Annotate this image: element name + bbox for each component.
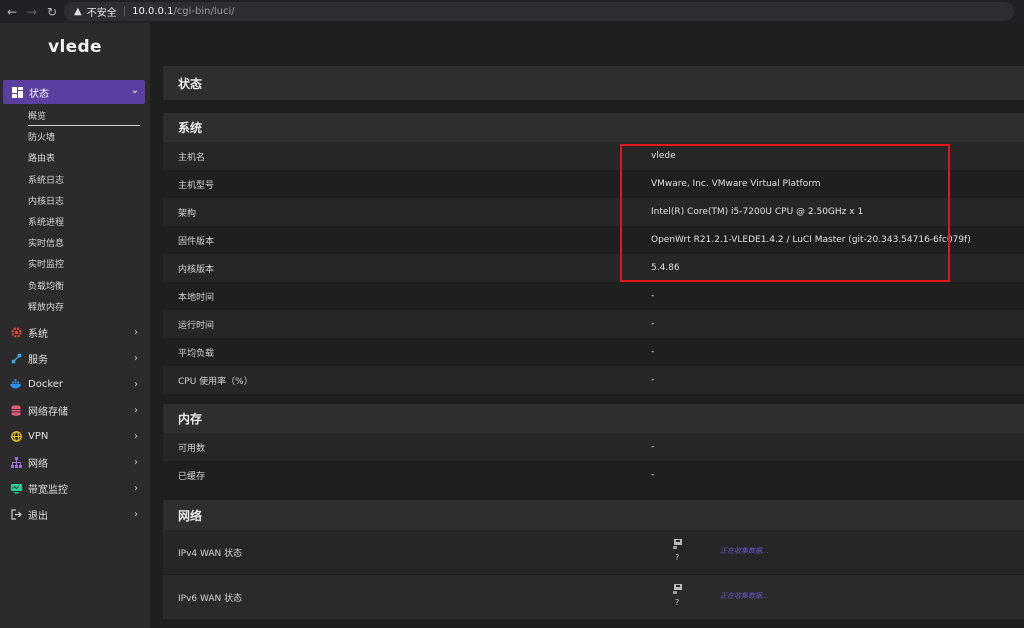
menu-item-nas[interactable]: 网络存储 › bbox=[0, 397, 150, 423]
menu-item-label: 状态 bbox=[29, 88, 49, 100]
table-row: 可用数 - bbox=[163, 433, 1024, 461]
row-value: - bbox=[651, 375, 655, 385]
row-label: 本地时间 bbox=[178, 292, 215, 303]
network-section-title: 网络 bbox=[163, 500, 1024, 530]
menu-item-logout[interactable]: 退出 › bbox=[0, 501, 150, 527]
gear-icon bbox=[10, 326, 22, 338]
chevron-right-icon: › bbox=[134, 482, 138, 494]
chevron-right-icon: › bbox=[134, 404, 138, 416]
row-label: 运行时间 bbox=[178, 320, 215, 331]
table-row: IPv6 WAN 状态 ? 正在收集数据... bbox=[163, 575, 1024, 619]
status-text: 正在收集数据... bbox=[720, 592, 769, 600]
menu-item-label: 网络 bbox=[28, 458, 48, 470]
menu-item-label: 服务 bbox=[28, 354, 48, 366]
main-content: 状态 系统 主机名 vlede 主机型号 VMware, Inc. VMware V… bbox=[150, 23, 1024, 628]
menu-item-status[interactable]: 状态 ⌄ bbox=[3, 80, 145, 104]
menu-item-vpn[interactable]: VPN › bbox=[0, 423, 150, 449]
row-value: - bbox=[651, 347, 655, 357]
page-title: 状态 bbox=[163, 66, 1024, 100]
submenu-item-realtime-info[interactable]: 实时信息 bbox=[28, 232, 148, 253]
status-unknown: ? bbox=[675, 553, 680, 562]
docker-icon bbox=[10, 378, 22, 390]
chevron-right-icon: › bbox=[134, 326, 138, 338]
network-port-icon bbox=[672, 583, 684, 595]
forward-arrow-icon[interactable]: → bbox=[22, 0, 42, 23]
chevron-right-icon: › bbox=[134, 430, 138, 442]
row-value: - bbox=[651, 470, 655, 480]
status-unknown: ? bbox=[675, 598, 680, 607]
memory-section-title: 内存 bbox=[163, 404, 1024, 433]
table-row: 平均负载 - bbox=[163, 338, 1024, 366]
menu-item-label: 退出 bbox=[28, 510, 48, 522]
row-label: CPU 使用率（%） bbox=[178, 376, 253, 387]
logout-icon bbox=[10, 508, 22, 520]
share-icon bbox=[10, 352, 22, 364]
row-label: 固件版本 bbox=[178, 236, 215, 247]
menu-item-network[interactable]: 网络 › bbox=[0, 449, 150, 475]
row-label: 主机型号 bbox=[178, 180, 215, 191]
table-row: 已缓存 - bbox=[163, 461, 1024, 489]
chevron-right-icon: › bbox=[134, 378, 138, 390]
row-value: - bbox=[651, 442, 655, 452]
monitor-icon bbox=[10, 482, 22, 494]
menu-item-system[interactable]: 系统 › bbox=[0, 319, 150, 345]
menu-item-label: 系统 bbox=[28, 328, 48, 340]
menu-item-label: VPN bbox=[28, 430, 49, 442]
browser-toolbar: ← → ↻ ▲ 不安全 | 10.0.0.1/cgi-bin/luci/ bbox=[0, 0, 1024, 23]
table-row: 运行时间 - bbox=[163, 310, 1024, 338]
row-label: 平均负载 bbox=[178, 348, 215, 359]
highlight-box bbox=[620, 144, 950, 282]
submenu-item-processes[interactable]: 系统进程 bbox=[28, 211, 148, 232]
reload-icon[interactable]: ↻ bbox=[42, 0, 62, 23]
submenu-item-free-memory[interactable]: 释放内存 bbox=[28, 296, 148, 317]
row-label: 架构 bbox=[178, 208, 197, 219]
menu-item-label: 带宽监控 bbox=[28, 484, 68, 496]
table-row: CPU 使用率（%） - bbox=[163, 366, 1024, 394]
row-label: 可用数 bbox=[178, 443, 206, 454]
back-arrow-icon[interactable]: ← bbox=[2, 0, 22, 23]
logo[interactable]: vlede bbox=[0, 37, 150, 57]
url-host: 10.0.0.1 bbox=[132, 6, 174, 17]
menu-item-bandwidth[interactable]: 带宽监控 › bbox=[0, 475, 150, 501]
submenu: 概览 防火墙 路由表 系统日志 内核日志 系统进程 实时信息 实时监控 负载均衡… bbox=[28, 105, 148, 317]
chevron-down-icon: ⌄ bbox=[130, 85, 139, 96]
row-label: 内核版本 bbox=[178, 264, 215, 275]
chevron-right-icon: › bbox=[134, 352, 138, 364]
network-port-icon bbox=[672, 538, 684, 550]
address-bar[interactable]: ▲ 不安全 | 10.0.0.1/cgi-bin/luci/ bbox=[64, 2, 1014, 21]
status-text: 正在收集数据... bbox=[720, 547, 769, 555]
submenu-item-syslog[interactable]: 系统日志 bbox=[28, 169, 148, 190]
submenu-item-load-balance[interactable]: 负载均衡 bbox=[28, 275, 148, 296]
row-label: IPv4 WAN 状态 bbox=[178, 549, 243, 559]
submenu-item-routes[interactable]: 路由表 bbox=[28, 147, 148, 168]
chevron-right-icon: › bbox=[134, 508, 138, 520]
menu-item-services[interactable]: 服务 › bbox=[0, 345, 150, 371]
submenu-item-firewall[interactable]: 防火墙 bbox=[28, 126, 148, 147]
row-value: - bbox=[651, 319, 655, 329]
row-value: - bbox=[651, 291, 655, 301]
menu-item-label: Docker bbox=[28, 378, 64, 390]
submenu-item-realtime-monitor[interactable]: 实时监控 bbox=[28, 253, 148, 274]
menu-item-label: 网络存储 bbox=[28, 406, 68, 418]
warning-icon: ▲ bbox=[74, 6, 82, 17]
insecure-label: 不安全 bbox=[86, 8, 117, 19]
row-label: 主机名 bbox=[178, 152, 206, 163]
submenu-item-kernel-log[interactable]: 内核日志 bbox=[28, 190, 148, 211]
globe-icon bbox=[10, 430, 22, 442]
row-label: 已缓存 bbox=[178, 471, 206, 482]
main-menu: 系统 › 服务 › Docker › 网络存储 › VPN › 网络 › 带宽监… bbox=[0, 319, 150, 527]
dashboard-icon bbox=[11, 86, 23, 98]
submenu-item-overview[interactable]: 概览 bbox=[28, 105, 140, 127]
sitemap-icon bbox=[10, 456, 22, 468]
chevron-right-icon: › bbox=[134, 456, 138, 468]
table-row: IPv4 WAN 状态 ? 正在收集数据... bbox=[163, 530, 1024, 574]
url-path: /cgi-bin/luci/ bbox=[173, 6, 235, 17]
url-separator: | bbox=[122, 6, 127, 17]
sidebar: vlede 状态 ⌄ 概览 防火墙 路由表 系统日志 内核日志 系统进程 实时信… bbox=[0, 23, 150, 628]
table-row: 本地时间 - bbox=[163, 282, 1024, 310]
row-label: IPv6 WAN 状态 bbox=[178, 594, 243, 604]
menu-item-docker[interactable]: Docker › bbox=[0, 371, 150, 397]
database-icon bbox=[10, 404, 22, 416]
system-section-title: 系统 bbox=[163, 113, 1024, 142]
